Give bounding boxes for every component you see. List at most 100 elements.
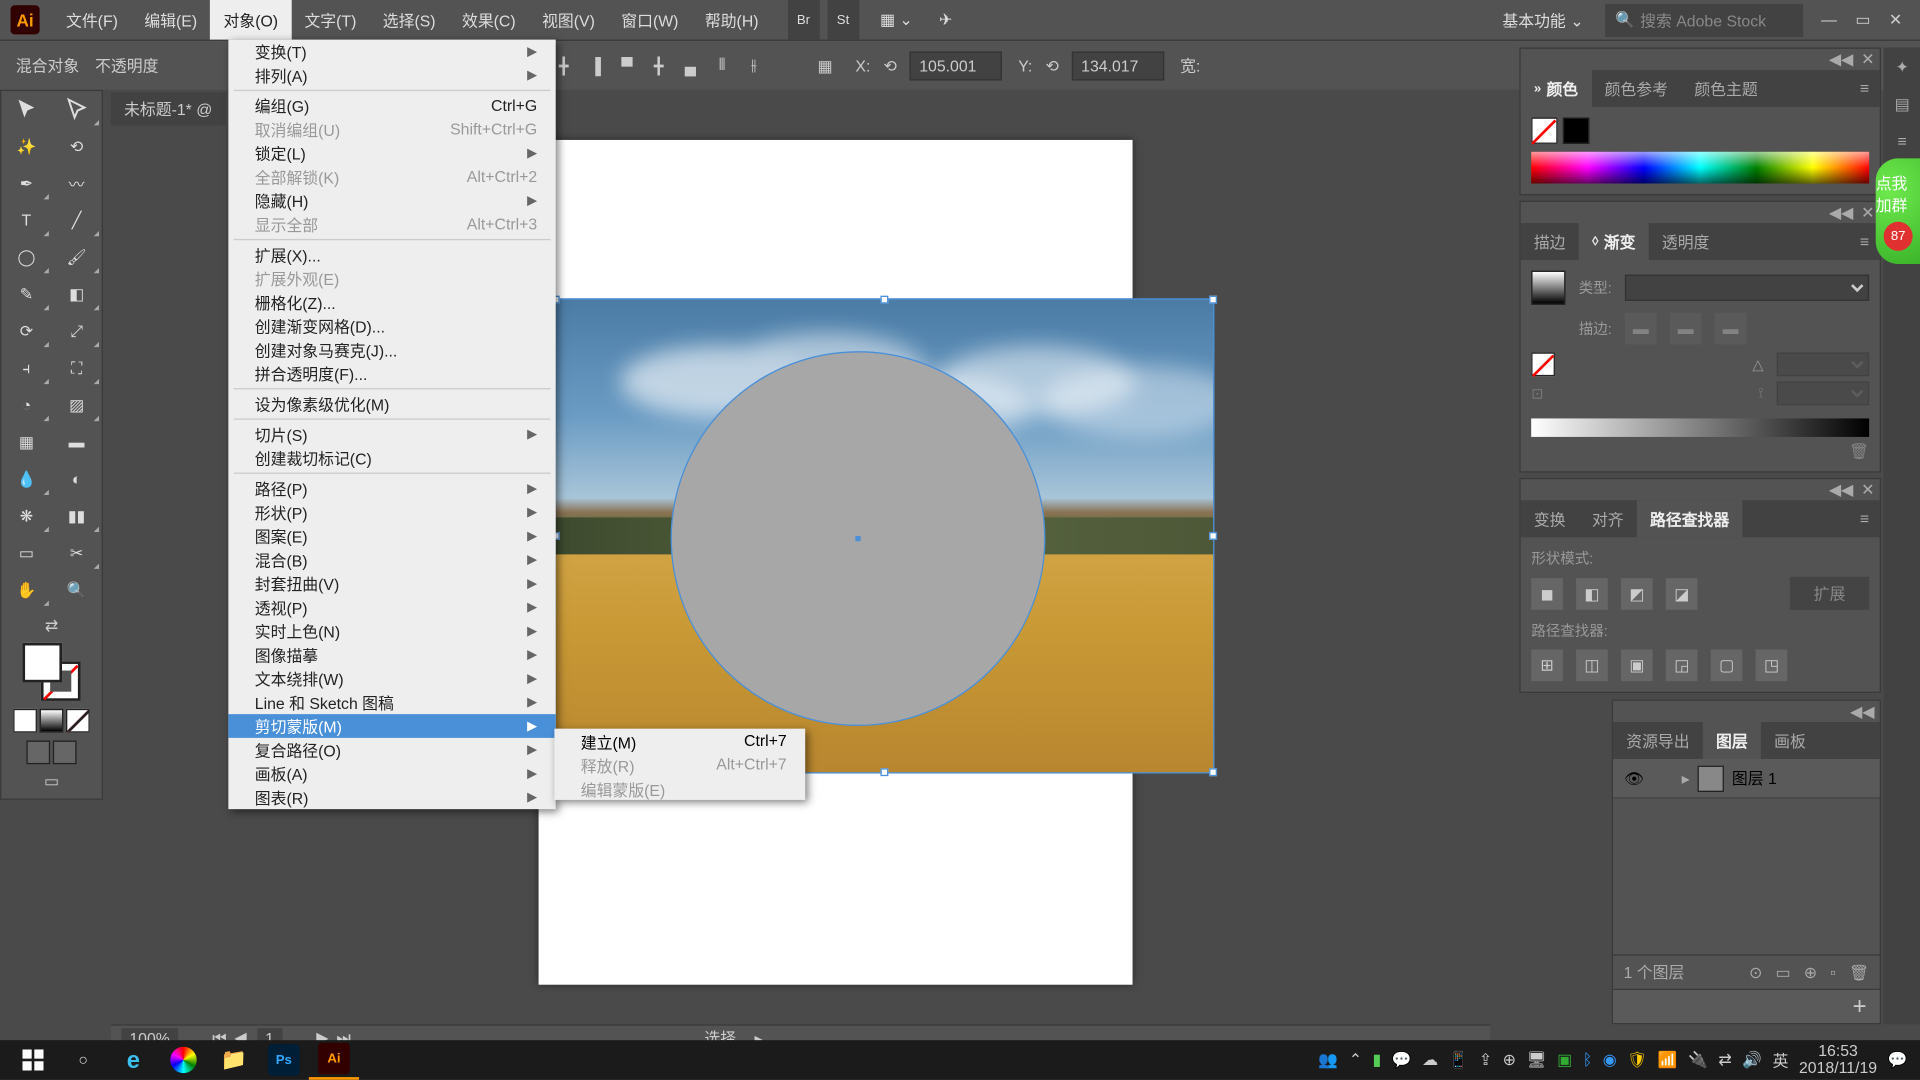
- strip-libraries-icon[interactable]: ▤: [1895, 95, 1910, 113]
- menu-item[interactable]: 剪切蒙版(M)▶: [228, 714, 555, 738]
- draw-behind-icon[interactable]: [53, 741, 77, 765]
- color-mode-icon[interactable]: [13, 709, 37, 733]
- edge-icon[interactable]: e: [108, 1040, 158, 1080]
- tray-n-icon[interactable]: ▣: [1557, 1051, 1572, 1069]
- menu-item[interactable]: 栅格化(Z)...: [228, 290, 555, 314]
- gradient-type-select[interactable]: [1625, 275, 1869, 301]
- lasso-tool[interactable]: ⟲: [51, 128, 101, 165]
- tab-transparency[interactable]: 透明度: [1649, 223, 1723, 260]
- menu-item[interactable]: 创建对象马赛克(J)...: [228, 338, 555, 362]
- new-layer-icon[interactable]: ▫: [1830, 963, 1836, 981]
- stroke-across-icon[interactable]: ▬: [1715, 313, 1747, 345]
- none-mode-icon[interactable]: [66, 709, 90, 733]
- tray-wifi-icon[interactable]: 📶: [1658, 1051, 1678, 1069]
- tray-network-icon[interactable]: ⇄: [1718, 1051, 1731, 1069]
- menu-item[interactable]: 画板(A)▶: [228, 762, 555, 786]
- fill-stroke-swatch[interactable]: [22, 643, 80, 701]
- locate-icon[interactable]: ⊙: [1749, 963, 1762, 981]
- panel-close-icon[interactable]: ✕: [1861, 203, 1874, 221]
- zoom-tool[interactable]: 🔍: [51, 572, 101, 609]
- tray-app-icon[interactable]: ▮: [1373, 1051, 1382, 1069]
- tab-align[interactable]: 对齐: [1579, 500, 1637, 537]
- distribute-v-icon[interactable]: ⫳: [739, 51, 768, 80]
- panel-close-icon[interactable]: ✕: [1861, 50, 1874, 68]
- search-stock[interactable]: 🔍搜索 Adobe Stock: [1605, 3, 1803, 36]
- file-explorer-icon[interactable]: 📁: [209, 1040, 259, 1080]
- gradient-aspect-select[interactable]: [1777, 381, 1869, 405]
- tray-power-icon[interactable]: 🔌: [1688, 1051, 1708, 1069]
- menu-item[interactable]: 扩展(X)...: [228, 243, 555, 267]
- menu-item[interactable]: 实时上色(N)▶: [228, 619, 555, 643]
- mesh-tool[interactable]: ▦: [1, 424, 51, 461]
- gradient-angle-select[interactable]: [1777, 352, 1869, 376]
- menu-item[interactable]: 形状(P)▶: [228, 500, 555, 524]
- menu-type[interactable]: 文字(T): [291, 0, 369, 40]
- gradient-preview[interactable]: [1531, 271, 1565, 305]
- strip-properties-icon[interactable]: ✦: [1895, 58, 1908, 76]
- tab-color-themes[interactable]: 颜色主题: [1681, 70, 1771, 107]
- illustrator-taskbar-icon[interactable]: Ai: [309, 1040, 359, 1080]
- action-center-icon[interactable]: 💬: [1888, 1051, 1908, 1069]
- taskbar-clock[interactable]: 16:53 2018/11/19: [1799, 1043, 1877, 1078]
- hand-tool[interactable]: ✋: [1, 572, 51, 609]
- intersect-icon[interactable]: ◩: [1621, 578, 1653, 610]
- menu-select[interactable]: 选择(S): [370, 0, 449, 40]
- perspective-grid-tool[interactable]: ▨: [51, 387, 101, 424]
- shaper-tool[interactable]: ✎: [1, 276, 51, 313]
- tab-stroke[interactable]: 描边: [1521, 223, 1579, 260]
- minimize-button[interactable]: —: [1821, 11, 1837, 29]
- blend-tool[interactable]: ◐: [51, 461, 101, 498]
- app-pinwheel-icon[interactable]: [158, 1040, 208, 1080]
- tab-asset-export[interactable]: 资源导出: [1613, 722, 1703, 759]
- tray-device-icon[interactable]: 📱: [1449, 1051, 1469, 1069]
- minus-front-icon[interactable]: ◧: [1576, 578, 1608, 610]
- panel-collapse-icon[interactable]: ◀◀: [1850, 702, 1874, 720]
- gpu-icon[interactable]: ✈: [926, 0, 966, 40]
- start-button[interactable]: [8, 1040, 58, 1080]
- line-tool[interactable]: ╱: [51, 202, 101, 239]
- tab-transform[interactable]: 变换: [1521, 500, 1579, 537]
- stroke-within-icon[interactable]: ▬: [1625, 313, 1657, 345]
- align-vcenter-icon[interactable]: ╋: [644, 51, 673, 80]
- tray-cloud-icon[interactable]: ☁: [1422, 1051, 1438, 1069]
- gradient-mode-icon[interactable]: [40, 709, 64, 733]
- submenu-item[interactable]: 建立(M)Ctrl+7: [554, 729, 805, 753]
- symbol-sprayer-tool[interactable]: ❋: [1, 498, 51, 535]
- make-clipping-icon[interactable]: ▭: [1776, 963, 1791, 981]
- add-content-icon[interactable]: +: [1853, 993, 1867, 1021]
- delete-layer-icon[interactable]: 🗑: [1849, 963, 1869, 981]
- panel-menu-icon[interactable]: ≡: [1849, 79, 1879, 97]
- tab-layers[interactable]: 图层: [1703, 722, 1761, 759]
- menu-item[interactable]: 锁定(L)▶: [228, 141, 555, 165]
- bridge-icon[interactable]: Br: [788, 0, 820, 40]
- close-button[interactable]: ✕: [1889, 11, 1902, 29]
- minus-back-icon[interactable]: ◳: [1756, 649, 1788, 681]
- menu-item[interactable]: 拼合透明度(F)...: [228, 362, 555, 386]
- expand-arrow-icon[interactable]: ▸: [1682, 769, 1690, 787]
- rectangle-tool[interactable]: ◯: [1, 239, 51, 276]
- panel-close-icon[interactable]: ✕: [1861, 480, 1874, 498]
- float-promo-badge[interactable]: 点我加群 87: [1876, 158, 1920, 264]
- merge-icon[interactable]: ▣: [1621, 649, 1653, 681]
- menu-item[interactable]: 复合路径(O)▶: [228, 738, 555, 762]
- eraser-tool[interactable]: ◧: [51, 276, 101, 313]
- ime-indicator[interactable]: 英: [1773, 1049, 1789, 1071]
- gradient-tool[interactable]: ▬: [51, 424, 101, 461]
- y-link-icon[interactable]: ⟲: [1038, 51, 1067, 80]
- arrange-docs-icon[interactable]: ▦ ⌄: [867, 0, 926, 40]
- stock-icon[interactable]: St: [827, 0, 859, 40]
- tray-monitor-icon[interactable]: 🖥: [1526, 1051, 1546, 1069]
- menu-item[interactable]: 图案(E)▶: [228, 524, 555, 548]
- tray-overflow-icon[interactable]: ⌃: [1349, 1051, 1362, 1069]
- divide-icon[interactable]: ⊞: [1531, 649, 1563, 681]
- tray-wechat-icon[interactable]: 💬: [1392, 1051, 1412, 1069]
- strip-align-icon[interactable]: ≡: [1897, 132, 1906, 150]
- distribute-h-icon[interactable]: ⫴: [708, 51, 737, 80]
- menu-item[interactable]: 封套扭曲(V)▶: [228, 572, 555, 596]
- trash-icon[interactable]: 🗑: [1531, 442, 1869, 460]
- rotate-tool[interactable]: ⟳: [1, 313, 51, 350]
- tray-shield-icon[interactable]: ⊕: [1503, 1051, 1516, 1069]
- panel-collapse-icon[interactable]: ◀◀: [1829, 480, 1853, 498]
- menu-edit[interactable]: 编辑(E): [131, 0, 210, 40]
- tab-pathfinder[interactable]: 路径查找器: [1637, 500, 1743, 537]
